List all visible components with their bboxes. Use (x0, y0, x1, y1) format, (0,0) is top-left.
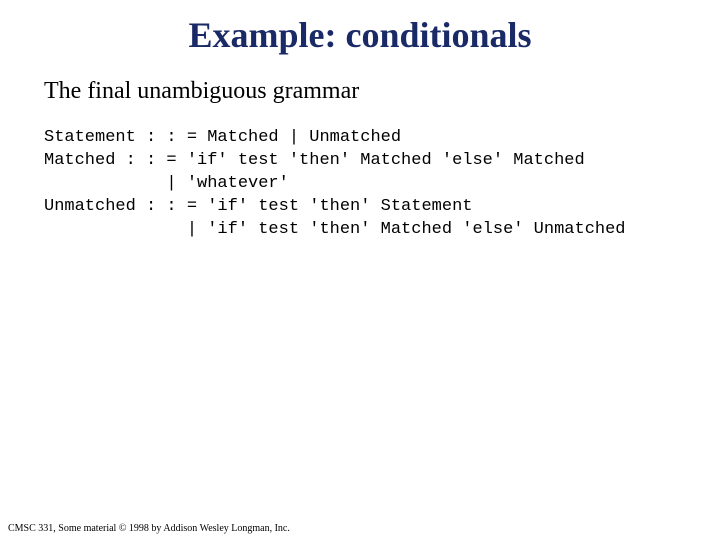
slide-subtitle: The final unambiguous grammar (44, 78, 720, 105)
slide-footer: CMSC 331, Some material © 1998 by Addiso… (8, 523, 290, 534)
slide: Example: conditionals The final unambigu… (0, 0, 720, 540)
grammar-code: Statement : : = Matched | Unmatched Matc… (44, 127, 720, 242)
slide-title: Example: conditionals (0, 0, 720, 56)
